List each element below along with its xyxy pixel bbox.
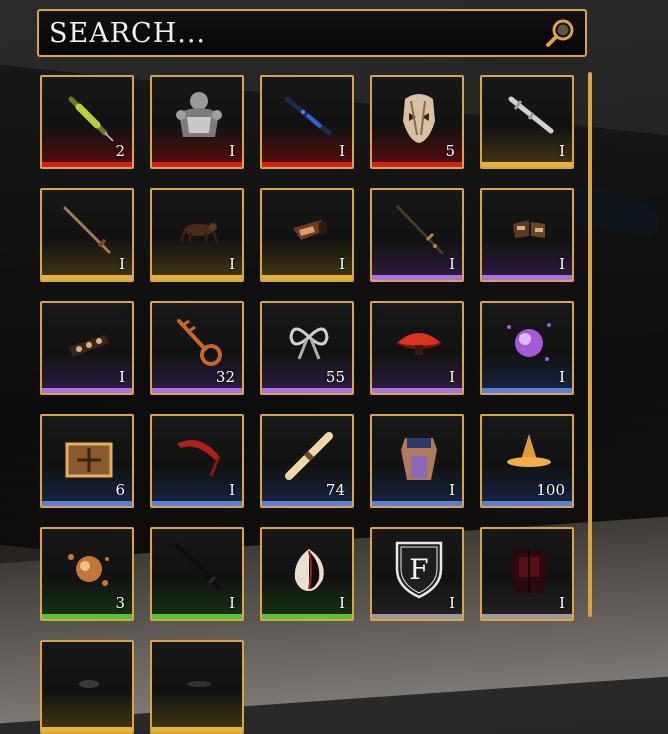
f-shield-emblem-icon: F	[395, 541, 443, 599]
dark-tunic-icon	[509, 549, 549, 593]
inventory-slot[interactable]	[150, 640, 244, 734]
armor-chest-icon	[176, 92, 222, 137]
search-bar	[37, 9, 587, 57]
spear-icon	[396, 205, 444, 255]
item-count: I	[119, 255, 125, 273]
gauntlet-icon	[293, 220, 327, 240]
inventory-slot[interactable]: I	[370, 301, 464, 395]
item-count: I	[339, 594, 345, 612]
witch-hat-icon	[507, 434, 551, 467]
beast-figure-icon	[179, 223, 219, 243]
inventory-slot[interactable]: 5	[370, 75, 464, 169]
treasure-chest-icon	[65, 442, 113, 478]
inventory-grid: 2 I I 5 I I I I I I I 32 55 I I 6 I 74 I…	[40, 75, 580, 734]
inventory-slot[interactable]: I	[40, 301, 134, 395]
inventory-slot[interactable]: 6	[40, 414, 134, 508]
inventory-slot[interactable]: I	[150, 188, 244, 282]
boots-icon	[513, 220, 545, 238]
item-count: 74	[325, 481, 345, 499]
inventory-slot[interactable]: I	[150, 414, 244, 508]
item-count: I	[119, 368, 125, 386]
item-count: 3	[115, 594, 125, 612]
inventory-slot[interactable]: I	[150, 75, 244, 169]
egg-shell-icon	[294, 549, 324, 591]
inventory-slot[interactable]: 3	[40, 527, 134, 621]
syringe-icon	[68, 96, 114, 142]
item-count: I	[229, 142, 235, 160]
item-count: I	[559, 368, 565, 386]
inventory-slot[interactable]: I	[40, 188, 134, 282]
inventory-slot[interactable]: 32	[150, 301, 244, 395]
item-count: I	[339, 142, 345, 160]
emblem-letter: F	[409, 553, 428, 586]
search-button[interactable]	[543, 16, 577, 50]
item-count: 55	[325, 368, 345, 386]
inventory-slot[interactable]: I	[370, 414, 464, 508]
ribbon-bow-icon	[289, 327, 329, 360]
silver-blade-icon	[508, 96, 554, 134]
inventory-slot[interactable]: I	[150, 527, 244, 621]
inventory-slot[interactable]: I	[260, 527, 354, 621]
item-count: I	[559, 142, 565, 160]
blue-rifle-icon	[284, 96, 332, 136]
amber-orb-icon	[68, 554, 109, 586]
item-count: I	[449, 481, 455, 499]
bracer-icon	[69, 335, 109, 357]
item-count: I	[559, 594, 565, 612]
item-count: I	[449, 255, 455, 273]
item-count: I	[559, 255, 565, 273]
magnifier-icon	[546, 19, 574, 47]
inventory-slot[interactable]: I	[480, 75, 574, 169]
red-mushroom-icon	[396, 333, 442, 355]
inventory-slot[interactable]: F I	[370, 527, 464, 621]
item-count: I	[449, 368, 455, 386]
robe-icon	[401, 438, 437, 480]
skull-mask-icon	[403, 94, 435, 143]
item-count: I	[229, 255, 235, 273]
inventory-slot[interactable]: 100	[480, 414, 574, 508]
item-count: 100	[536, 481, 565, 499]
item-count: 2	[115, 142, 125, 160]
item-count: I	[229, 594, 235, 612]
inventory-slot[interactable]: I	[480, 527, 574, 621]
black-sword-icon	[173, 543, 221, 591]
inventory-slot[interactable]: I	[260, 188, 354, 282]
scrollbar[interactable]	[588, 72, 592, 617]
scroll-icon	[285, 432, 333, 480]
inventory-slot[interactable]: 55	[260, 301, 354, 395]
inventory-slot[interactable]: 74	[260, 414, 354, 508]
red-bow-icon	[177, 440, 221, 477]
inventory-slot[interactable]: I	[480, 301, 574, 395]
inventory-slot[interactable]: 2	[40, 75, 134, 169]
purple-orb-icon	[507, 323, 551, 361]
inventory-slot[interactable]	[40, 640, 134, 734]
search-input[interactable]	[49, 17, 543, 49]
item-count: 32	[215, 368, 235, 386]
item-icon	[79, 680, 99, 688]
item-icon	[187, 681, 211, 687]
inventory-slot[interactable]: I	[480, 188, 574, 282]
item-count: I	[229, 481, 235, 499]
staff-icon	[63, 206, 111, 254]
inventory-slot[interactable]: I	[370, 188, 464, 282]
item-count: 5	[445, 142, 455, 160]
item-count: 6	[115, 481, 125, 499]
inventory-slot[interactable]: I	[260, 75, 354, 169]
item-count: I	[449, 594, 455, 612]
item-count: I	[339, 255, 345, 273]
key-icon	[177, 319, 222, 366]
